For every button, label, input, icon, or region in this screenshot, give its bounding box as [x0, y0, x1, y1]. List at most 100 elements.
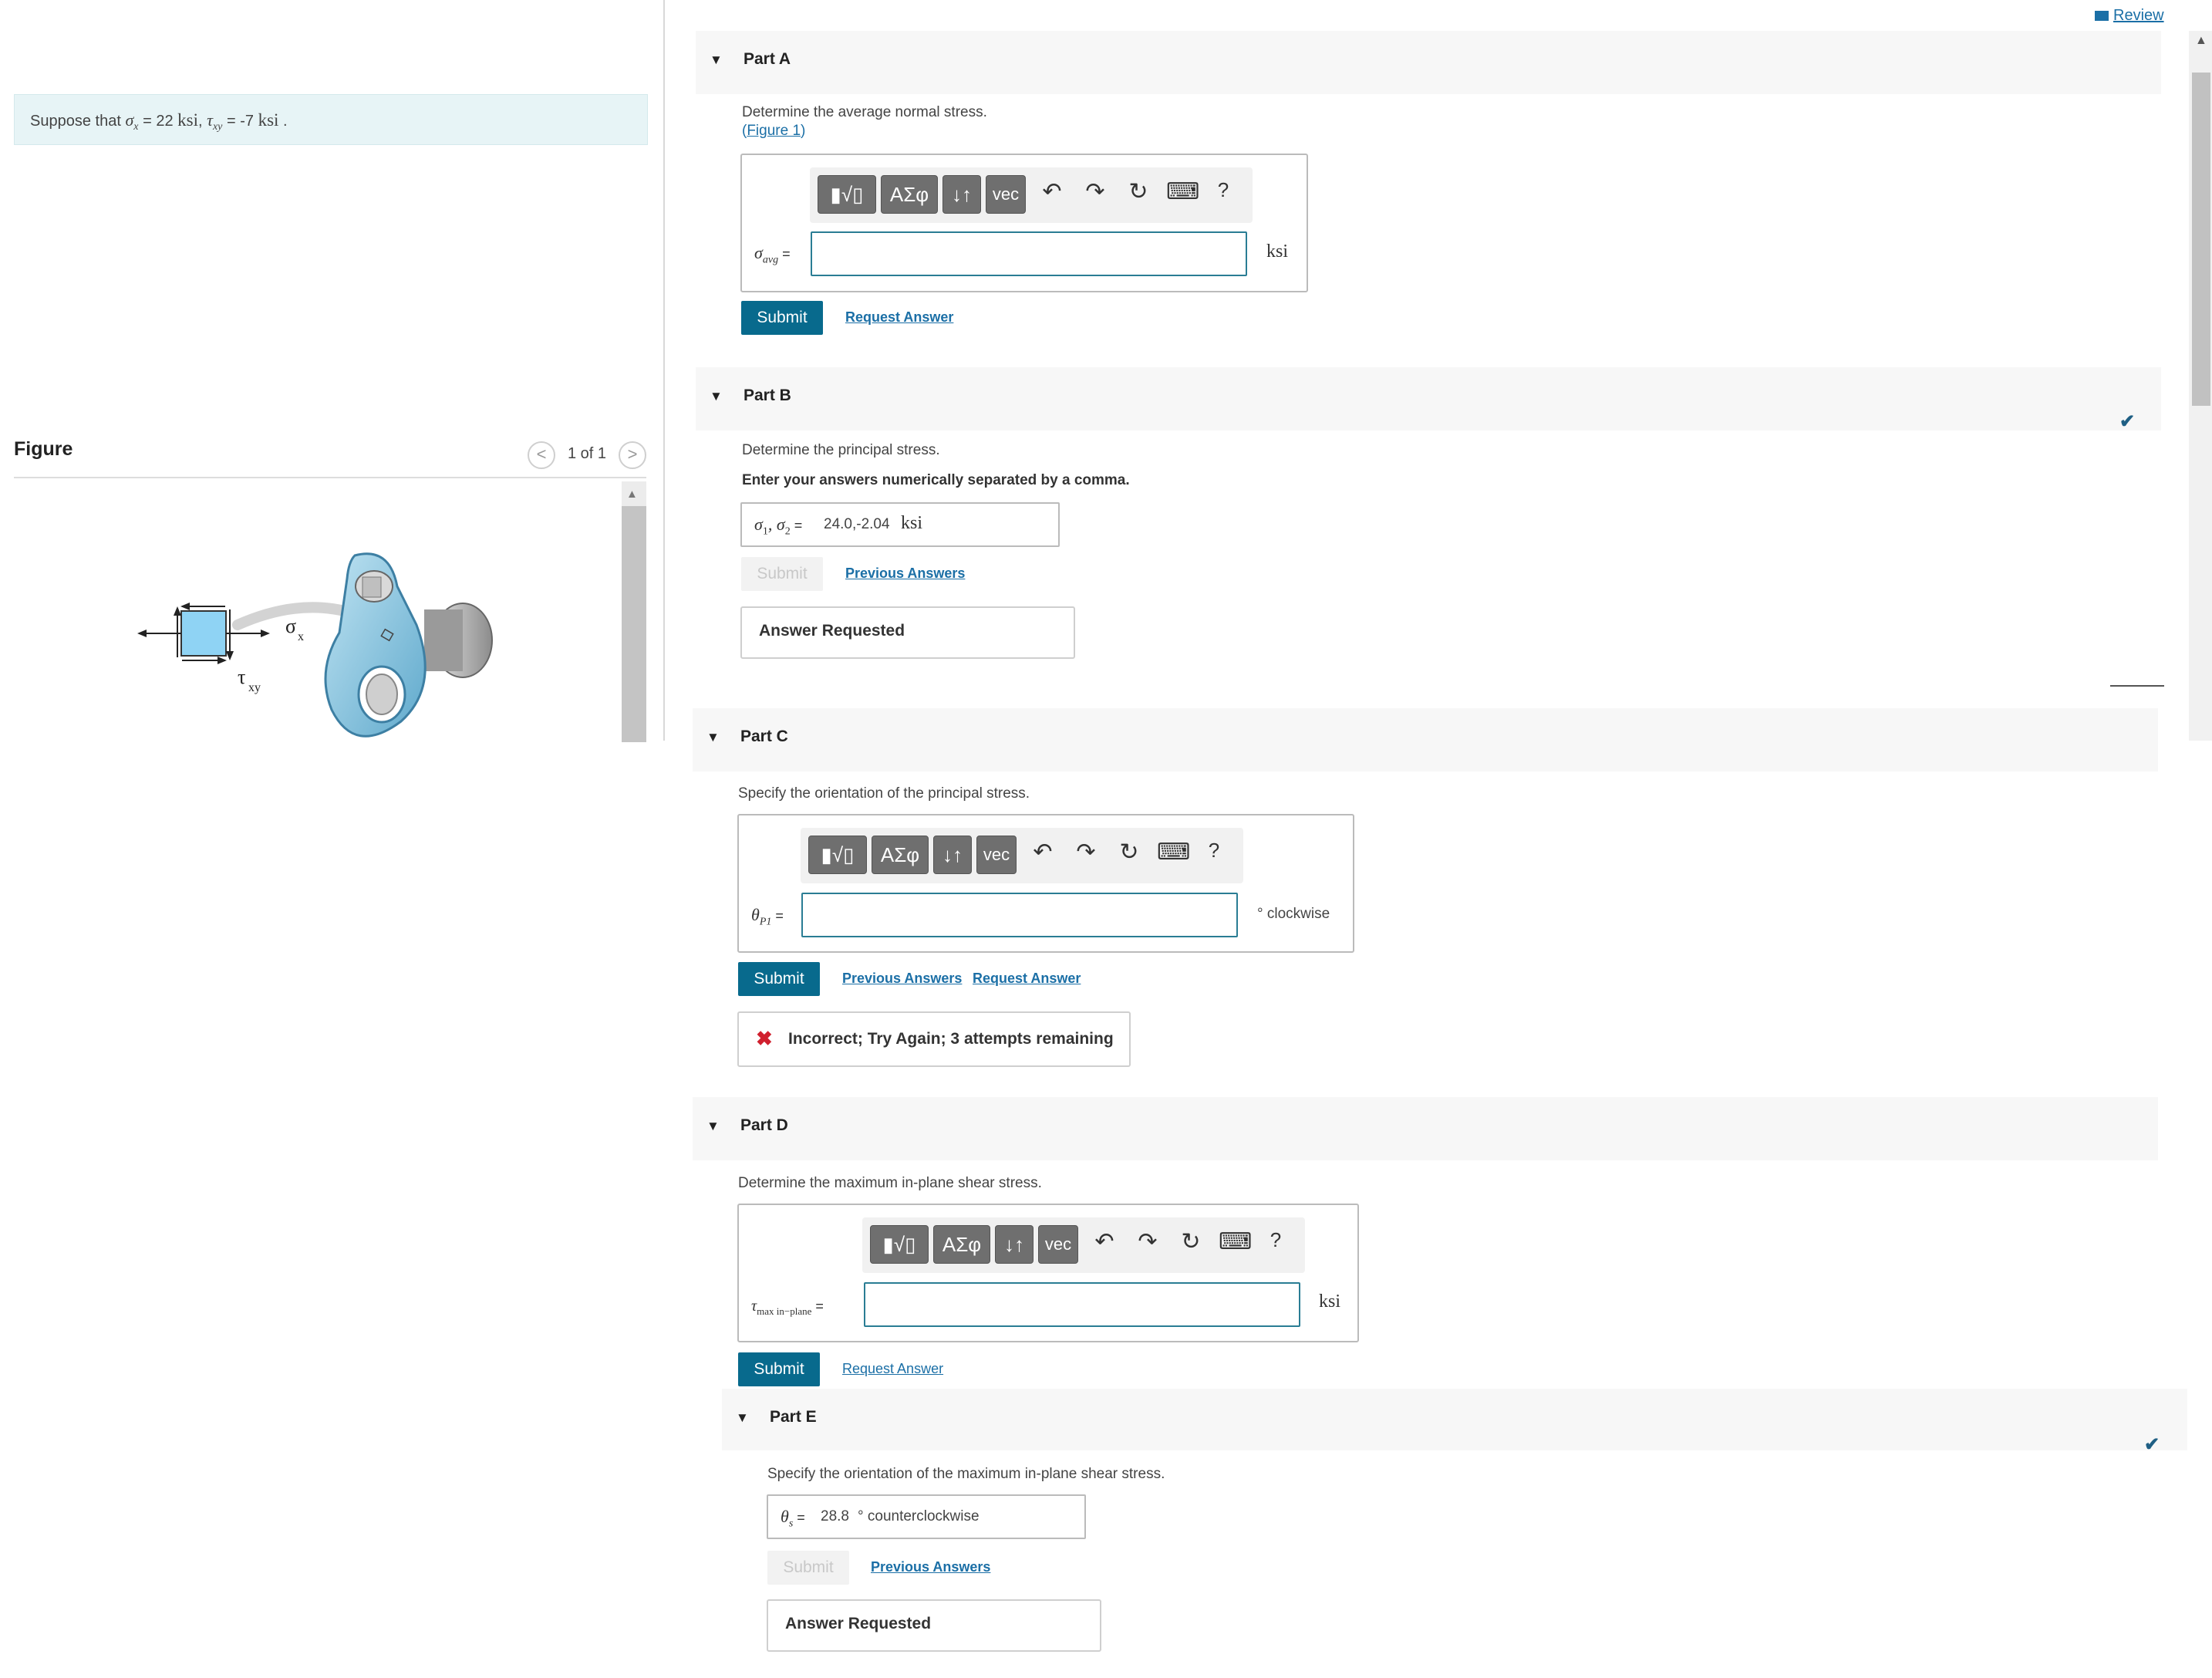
theta-p1-label: θP1 = — [751, 905, 784, 928]
part-a-request-answer-link[interactable]: Request Answer — [845, 309, 953, 326]
part-d-header[interactable]: ▼ Part D — [693, 1097, 2158, 1160]
part-b-header[interactable]: ▼ Part B — [696, 367, 2161, 430]
vector-button[interactable]: vec — [976, 836, 1017, 874]
part-a-submit-button[interactable]: Submit — [741, 301, 823, 335]
figure-divider — [14, 477, 646, 478]
part-c-feedback: ✖ Incorrect; Try Again; 3 attempts remai… — [737, 1011, 1131, 1067]
part-e-answer-field: θs = 28.8 ° counterclockwise — [767, 1494, 1086, 1539]
collapse-triangle-icon[interactable]: ▼ — [706, 730, 720, 745]
scroll-up-icon[interactable]: ▲ — [626, 488, 638, 501]
problem-text: Suppose that σx = 22 ksi, τxy = -7 ksi . — [30, 110, 288, 133]
sigma-avg-input[interactable] — [811, 231, 1247, 276]
math-toolbar: ▮√▯ ΑΣφ ↓↑ vec ↶ ↷ ↻ ⌨ ? — [810, 167, 1253, 223]
math-toolbar: ▮√▯ ΑΣφ ↓↑ vec ↶ ↷ ↻ ⌨ ? — [862, 1217, 1305, 1273]
figure-label-tau: τ — [238, 666, 245, 688]
part-d-unit: ksi — [1319, 1291, 1341, 1312]
help-icon[interactable]: ? — [1200, 839, 1228, 863]
greek-symbols-button[interactable]: ΑΣφ — [933, 1225, 990, 1264]
scroll-up-icon[interactable]: ▲ — [2195, 34, 2207, 48]
templates-button[interactable]: ▮√▯ — [870, 1225, 929, 1264]
part-c-header[interactable]: ▼ Part C — [693, 708, 2158, 771]
figure-link-wrapper: (Figure 1) — [742, 123, 806, 139]
part-a-answer-frame: ▮√▯ ΑΣφ ↓↑ vec ↶ ↷ ↻ ⌨ ? σavg = ksi — [740, 154, 1308, 292]
keyboard-icon[interactable]: ⌨ — [1166, 178, 1199, 205]
collapse-triangle-icon[interactable]: ▼ — [710, 389, 723, 404]
book-icon — [2095, 11, 2109, 22]
part-e-previous-answers-link[interactable]: Previous Answers — [871, 1559, 990, 1575]
figure-next-button[interactable]: > — [619, 441, 646, 469]
pane-divider[interactable] — [663, 0, 665, 741]
review-link[interactable]: Review — [2095, 7, 2164, 25]
figure-title: Figure — [14, 438, 73, 460]
part-b-answer-field: σ1, σ2 = 24.0,-2.04 ksi — [740, 502, 1060, 547]
part-d-submit-button[interactable]: Submit — [738, 1352, 820, 1386]
part-b-feedback: Answer Requested — [740, 606, 1075, 659]
divider-line — [2110, 685, 2164, 687]
part-e-prompt: Specify the orientation of the maximum i… — [767, 1466, 1165, 1482]
undo-icon[interactable]: ↶ — [1038, 178, 1066, 205]
figure-scrollbar-thumb[interactable] — [622, 506, 646, 742]
part-b-prompt: Determine the principal stress. — [742, 442, 940, 458]
vector-button[interactable]: vec — [986, 175, 1026, 214]
checkmark-icon: ✔ — [2144, 1434, 2160, 1455]
undo-icon[interactable]: ↶ — [1029, 839, 1057, 866]
help-icon[interactable]: ? — [1262, 1228, 1290, 1252]
figure-image: σ x τ xy — [137, 552, 493, 738]
part-d-prompt: Determine the maximum in-plane shear str… — [738, 1175, 1042, 1191]
part-d-request-answer-link[interactable]: Request Answer — [842, 1361, 943, 1377]
reset-icon[interactable]: ↻ — [1115, 839, 1143, 866]
part-e-submit-button[interactable]: Submit — [767, 1551, 849, 1585]
figure-1-link[interactable]: Figure 1 — [747, 123, 801, 139]
redo-icon[interactable]: ↷ — [1081, 178, 1109, 205]
reset-icon[interactable]: ↻ — [1177, 1228, 1205, 1255]
arrows-button[interactable]: ↓↑ — [942, 175, 981, 214]
part-b-note: Enter your answers numerically separated… — [742, 472, 1130, 488]
collapse-triangle-icon[interactable]: ▼ — [710, 52, 723, 68]
greek-symbols-button[interactable]: ΑΣφ — [881, 175, 938, 214]
part-b-title: Part B — [744, 387, 791, 404]
checkmark-icon: ✔ — [2119, 411, 2136, 432]
page-scrollbar-thumb[interactable] — [2192, 73, 2210, 406]
part-c-request-answer-link[interactable]: Request Answer — [973, 971, 1081, 987]
part-b-unit: ksi — [901, 513, 923, 533]
figure-pager-count: 1 of 1 — [568, 445, 607, 462]
redo-icon[interactable]: ↷ — [1134, 1228, 1162, 1255]
part-c-feedback-text: Incorrect; Try Again; 3 attempts remaini… — [788, 1030, 1114, 1048]
collapse-triangle-icon[interactable]: ▼ — [706, 1119, 720, 1134]
part-a-prompt: Determine the average normal stress. — [742, 104, 987, 120]
part-a-header[interactable]: ▼ Part A — [696, 31, 2161, 94]
templates-button[interactable]: ▮√▯ — [818, 175, 876, 214]
theta-p1-input[interactable] — [801, 893, 1238, 937]
sigma-avg-label: σavg = — [754, 243, 791, 266]
figure-prev-button[interactable]: < — [528, 441, 555, 469]
arrows-button[interactable]: ↓↑ — [933, 836, 972, 874]
keyboard-icon[interactable]: ⌨ — [1219, 1228, 1252, 1255]
undo-icon[interactable]: ↶ — [1091, 1228, 1118, 1255]
help-icon[interactable]: ? — [1209, 178, 1237, 202]
redo-icon[interactable]: ↷ — [1072, 839, 1100, 866]
part-b-submit-button[interactable]: Submit — [741, 557, 823, 591]
part-e-unit: ° counterclockwise — [858, 1508, 980, 1524]
part-c-submit-button[interactable]: Submit — [738, 962, 820, 996]
reset-icon[interactable]: ↻ — [1125, 178, 1152, 205]
templates-button[interactable]: ▮√▯ — [808, 836, 867, 874]
figure-label-sigma: σ — [285, 615, 296, 637]
part-e-submitted-value: 28.8 — [821, 1508, 849, 1524]
keyboard-icon[interactable]: ⌨ — [1157, 839, 1190, 866]
figure-label-sigma-sub: x — [298, 630, 304, 643]
tau-max-label: τmax in−plane = — [751, 1298, 824, 1317]
tau-max-input[interactable] — [864, 1282, 1300, 1327]
arrows-button[interactable]: ↓↑ — [995, 1225, 1034, 1264]
vector-button[interactable]: vec — [1038, 1225, 1078, 1264]
part-b-previous-answers-link[interactable]: Previous Answers — [845, 566, 965, 582]
part-e-header[interactable]: ▼ Part E — [722, 1389, 2187, 1450]
greek-symbols-button[interactable]: ΑΣφ — [872, 836, 929, 874]
collapse-triangle-icon[interactable]: ▼ — [736, 1410, 749, 1426]
part-d-answer-frame: ▮√▯ ΑΣφ ↓↑ vec ↶ ↷ ↻ ⌨ ? τmax in−plane =… — [737, 1204, 1359, 1342]
part-c-title: Part C — [740, 728, 788, 745]
part-c-prompt: Specify the orientation of the principal… — [738, 785, 1030, 802]
incorrect-x-icon: ✖ — [756, 1027, 773, 1050]
chevron-right-icon: > — [627, 444, 638, 464]
part-c-previous-answers-link[interactable]: Previous Answers — [842, 971, 962, 987]
part-b-submitted-value: 24.0,-2.04 — [824, 516, 890, 532]
